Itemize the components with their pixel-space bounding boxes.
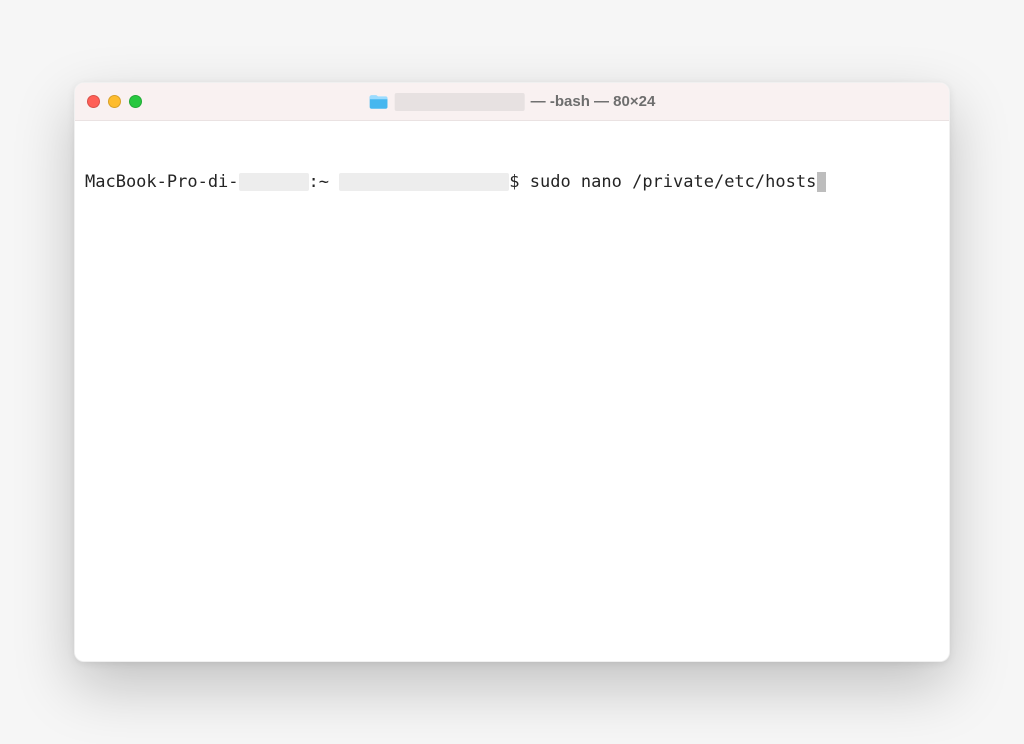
prompt-user-redacted	[339, 173, 509, 191]
zoom-button[interactable]	[129, 95, 142, 108]
prompt-end: $	[509, 171, 529, 193]
command-text: sudo nano /private/etc/hosts	[530, 171, 817, 193]
terminal-body[interactable]: MacBook-Pro-di- :~ $ sudo nano /private/…	[75, 121, 949, 661]
prompt-host-prefix: MacBook-Pro-di-	[85, 171, 239, 193]
titlebar[interactable]: — -bash — 80×24	[75, 83, 949, 121]
traffic-lights	[87, 95, 142, 108]
minimize-button[interactable]	[108, 95, 121, 108]
prompt-host-redacted	[239, 173, 309, 191]
close-button[interactable]	[87, 95, 100, 108]
prompt-sep: :~	[309, 171, 340, 193]
title-redacted	[395, 93, 525, 111]
cursor	[817, 172, 826, 192]
window-title: — -bash — 80×24	[369, 93, 656, 111]
terminal-line: MacBook-Pro-di- :~ $ sudo nano /private/…	[85, 171, 939, 193]
folder-icon	[369, 94, 389, 110]
terminal-window: — -bash — 80×24 MacBook-Pro-di- :~ $ sud…	[74, 82, 950, 662]
title-text: — -bash — 80×24	[531, 93, 656, 110]
